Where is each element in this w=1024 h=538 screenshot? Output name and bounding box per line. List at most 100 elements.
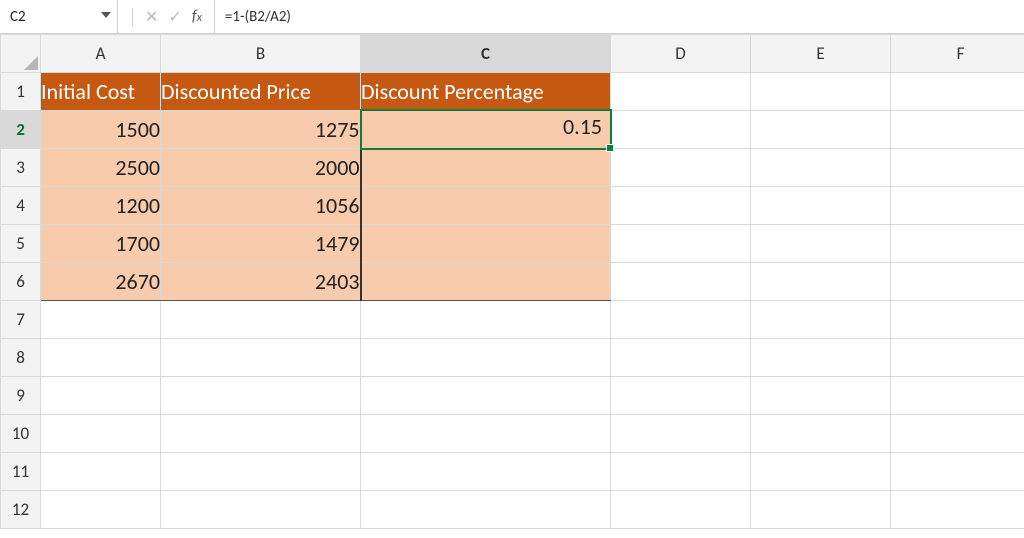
cell-F1[interactable] (891, 73, 1024, 111)
row-header-1[interactable]: 1 (1, 73, 41, 111)
cell-F6[interactable] (891, 263, 1024, 301)
cell-A8[interactable] (41, 339, 161, 377)
cell-C1[interactable]: Discount Percentage (361, 73, 611, 111)
col-header-A[interactable]: A (41, 35, 161, 73)
cell-A3[interactable]: 2500 (41, 149, 161, 187)
cell-B2[interactable]: 1275 (161, 111, 361, 149)
cell-A7[interactable] (41, 301, 161, 339)
cell-C11[interactable] (361, 453, 611, 491)
cell-C4[interactable] (361, 187, 611, 225)
cell-F2[interactable] (891, 111, 1024, 149)
cell-F5[interactable] (891, 225, 1024, 263)
row-header-2[interactable]: 2 (1, 111, 41, 149)
cell-D9[interactable] (611, 377, 751, 415)
cell-B3[interactable]: 2000 (161, 149, 361, 187)
spreadsheet-grid[interactable]: A B C D E F 1 Initial Cost Discounted Pr… (0, 34, 1024, 529)
row-11: 11 (1, 453, 1024, 491)
cell-E6[interactable] (751, 263, 891, 301)
formula-input[interactable]: =1-(B2/A2) (215, 0, 1024, 33)
cell-B7[interactable] (161, 301, 361, 339)
cell-F8[interactable] (891, 339, 1024, 377)
name-box[interactable]: C2 (0, 0, 118, 33)
cell-A2[interactable]: 1500 (41, 111, 161, 149)
cell-D5[interactable] (611, 225, 751, 263)
select-all-corner[interactable] (1, 35, 41, 73)
col-header-F[interactable]: F (891, 35, 1024, 73)
cell-D11[interactable] (611, 453, 751, 491)
cell-C3[interactable] (361, 149, 611, 187)
col-header-C[interactable]: C (361, 35, 611, 73)
row-header-4[interactable]: 4 (1, 187, 41, 225)
cell-F3[interactable] (891, 149, 1024, 187)
col-header-B[interactable]: B (161, 35, 361, 73)
row-header-7[interactable]: 7 (1, 301, 41, 339)
cell-E4[interactable] (751, 187, 891, 225)
cell-A4[interactable]: 1200 (41, 187, 161, 225)
cell-D3[interactable] (611, 149, 751, 187)
cell-D4[interactable] (611, 187, 751, 225)
confirm-icon[interactable]: ✓ (168, 7, 181, 27)
cell-E9[interactable] (751, 377, 891, 415)
cell-C5[interactable] (361, 225, 611, 263)
cell-C8[interactable] (361, 339, 611, 377)
cell-A6[interactable]: 2670 (41, 263, 161, 301)
cell-E8[interactable] (751, 339, 891, 377)
row-header-9[interactable]: 9 (1, 377, 41, 415)
cell-D1[interactable] (611, 73, 751, 111)
cell-A10[interactable] (41, 415, 161, 453)
cell-D10[interactable] (611, 415, 751, 453)
cell-D8[interactable] (611, 339, 751, 377)
fill-handle[interactable] (606, 144, 614, 152)
cell-E10[interactable] (751, 415, 891, 453)
cell-D2[interactable] (611, 111, 751, 149)
cell-F10[interactable] (891, 415, 1024, 453)
cell-C2[interactable]: 0.15 (361, 111, 611, 149)
cell-A9[interactable] (41, 377, 161, 415)
cell-E7[interactable] (751, 301, 891, 339)
cell-A1[interactable]: Initial Cost (41, 73, 161, 111)
cell-B8[interactable] (161, 339, 361, 377)
cell-B9[interactable] (161, 377, 361, 415)
cell-F12[interactable] (891, 491, 1024, 529)
cell-F7[interactable] (891, 301, 1024, 339)
cell-A5[interactable]: 1700 (41, 225, 161, 263)
cell-F4[interactable] (891, 187, 1024, 225)
cell-E2[interactable] (751, 111, 891, 149)
cancel-icon[interactable]: ✕ (145, 7, 158, 27)
cell-A11[interactable] (41, 453, 161, 491)
cell-B5[interactable]: 1479 (161, 225, 361, 263)
cell-E1[interactable] (751, 73, 891, 111)
cell-C10[interactable] (361, 415, 611, 453)
cell-C7[interactable] (361, 301, 611, 339)
col-header-D[interactable]: D (611, 35, 751, 73)
row-header-8[interactable]: 8 (1, 339, 41, 377)
col-header-E[interactable]: E (751, 35, 891, 73)
row-header-11[interactable]: 11 (1, 453, 41, 491)
row-header-6[interactable]: 6 (1, 263, 41, 301)
cell-E3[interactable] (751, 149, 891, 187)
cell-C6[interactable] (361, 263, 611, 301)
cell-D7[interactable] (611, 301, 751, 339)
cell-B12[interactable] (161, 491, 361, 529)
cell-F9[interactable] (891, 377, 1024, 415)
cell-D12[interactable] (611, 491, 751, 529)
row-header-12[interactable]: 12 (1, 491, 41, 529)
cell-A12[interactable] (41, 491, 161, 529)
cell-B1[interactable]: Discounted Price (161, 73, 361, 111)
row-header-10[interactable]: 10 (1, 415, 41, 453)
cell-C9[interactable] (361, 377, 611, 415)
chevron-down-icon[interactable] (101, 12, 111, 22)
cell-E5[interactable] (751, 225, 891, 263)
cell-F11[interactable] (891, 453, 1024, 491)
cell-E11[interactable] (751, 453, 891, 491)
cell-B11[interactable] (161, 453, 361, 491)
fx-icon[interactable]: fx (192, 7, 202, 26)
cell-C12[interactable] (361, 491, 611, 529)
cell-B10[interactable] (161, 415, 361, 453)
cell-E12[interactable] (751, 491, 891, 529)
cell-B4[interactable]: 1056 (161, 187, 361, 225)
cell-B6[interactable]: 2403 (161, 263, 361, 301)
cell-D6[interactable] (611, 263, 751, 301)
row-header-5[interactable]: 5 (1, 225, 41, 263)
row-header-3[interactable]: 3 (1, 149, 41, 187)
